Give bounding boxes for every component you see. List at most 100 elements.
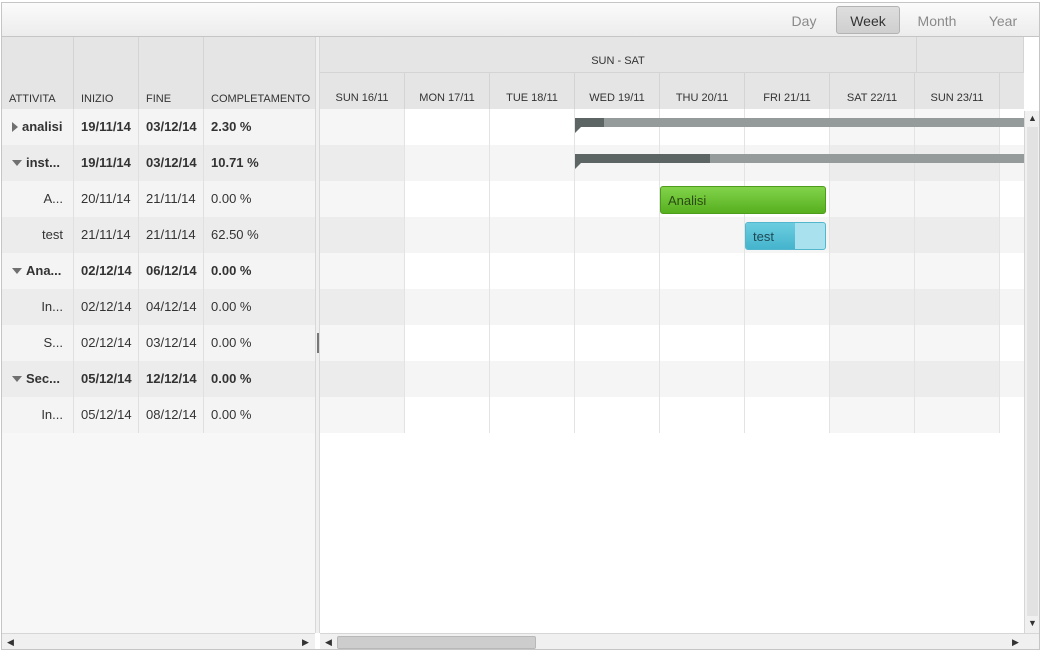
column-header-attivita[interactable]: ATTIVITA [2, 37, 74, 109]
scroll-down-button[interactable]: ▼ [1025, 616, 1039, 631]
task-name-cell[interactable]: A... [2, 181, 74, 217]
timeline-scroll-thumb[interactable] [337, 636, 536, 649]
day-column [490, 109, 575, 433]
task-start-cell[interactable]: 05/12/14 [74, 361, 139, 397]
task-name-cell[interactable]: Ana... [2, 253, 74, 289]
day-column [405, 109, 490, 433]
task-name-cell[interactable]: analisi [2, 109, 74, 145]
scroll-up-button[interactable]: ▲ [1025, 111, 1039, 126]
task-end-cell[interactable]: 21/11/14 [139, 217, 204, 253]
task-name-cell[interactable]: In... [2, 397, 74, 433]
task-bar[interactable]: test [745, 222, 826, 250]
summary-bar[interactable] [575, 118, 1024, 133]
grid-row[interactable]: analisi 19/11/14 03/12/14 2.30 % [2, 109, 315, 145]
summary-progress [575, 154, 710, 163]
task-name: analisi [22, 119, 63, 134]
task-end-cell[interactable]: 03/12/14 [139, 325, 204, 361]
grid-row[interactable]: In... 05/12/14 08/12/14 0.00 % [2, 397, 315, 433]
task-name: test [42, 227, 63, 242]
task-completion-cell[interactable]: 62.50 % [204, 217, 315, 253]
grid-horizontal-scrollbar[interactable]: ◀ ▶ [2, 633, 315, 649]
task-name: A... [43, 191, 63, 206]
grid-row[interactable]: In... 02/12/14 04/12/14 0.00 % [2, 289, 315, 325]
timeline-scroll-right-button[interactable]: ▶ [1008, 635, 1023, 649]
task-completion-cell[interactable]: 0.00 % [204, 325, 315, 361]
task-end-cell[interactable]: 03/12/14 [139, 145, 204, 181]
column-header-label: FINE [146, 93, 172, 105]
task-start-cell[interactable]: 19/11/14 [74, 109, 139, 145]
grid-scroll-right-button[interactable]: ▶ [298, 635, 313, 649]
task-name-cell[interactable]: inst... [2, 145, 74, 181]
task-end-cell[interactable]: 21/11/14 [139, 181, 204, 217]
task-start-cell[interactable]: 02/12/14 [74, 325, 139, 361]
task-completion-cell[interactable]: 0.00 % [204, 289, 315, 325]
grid-row[interactable]: A... 20/11/14 21/11/14 0.00 % [2, 181, 315, 217]
day-column-header: FRI 21/11 [745, 73, 830, 109]
day-column-header: SUN 16/11 [320, 73, 405, 109]
task-start-cell[interactable]: 02/12/14 [74, 289, 139, 325]
task-completion-cell[interactable]: 0.00 % [204, 397, 315, 433]
task-completion-cell[interactable]: 10.71 % [204, 145, 315, 181]
grid-scroll-left-button[interactable]: ◀ [3, 635, 18, 649]
task-end-cell[interactable]: 12/12/14 [139, 361, 204, 397]
next-week-header [917, 37, 1024, 73]
column-header-inizio[interactable]: INIZIO [74, 37, 139, 109]
timeline-scroll-left-button[interactable]: ◀ [321, 635, 336, 649]
grid-row[interactable]: S... 02/12/14 03/12/14 0.00 % [2, 325, 315, 361]
day-column-header: MON 17/11 [405, 73, 490, 109]
vertical-scrollbar[interactable]: ▲ ▼ [1024, 111, 1039, 633]
task-name-cell[interactable]: Sec... [2, 361, 74, 397]
view-year-button[interactable]: Year [978, 6, 1028, 34]
week-range-label: SUN - SAT [320, 37, 917, 73]
grid-row[interactable]: test 21/11/14 21/11/14 62.50 % [2, 217, 315, 253]
grid-row[interactable]: inst... 19/11/14 03/12/14 10.71 % [2, 145, 315, 181]
day-column-header: SUN 23/11 [915, 73, 1000, 109]
splitter-grip[interactable] [317, 333, 319, 353]
day-column-header: THU 20/11 [660, 73, 745, 109]
day-column-header: M [1000, 73, 1024, 109]
task-name-cell[interactable]: S... [2, 325, 74, 361]
timeline-horizontal-scrollbar[interactable]: ◀ ▶ [320, 633, 1039, 649]
task-name: Sec... [26, 371, 60, 386]
collapse-arrow-icon[interactable] [12, 267, 22, 274]
day-column-header: TUE 18/11 [490, 73, 575, 109]
summary-bar[interactable] [575, 154, 1024, 169]
task-completion-cell[interactable]: 2.30 % [204, 109, 315, 145]
grid-empty-area [2, 433, 315, 633]
task-start-cell[interactable]: 02/12/14 [74, 253, 139, 289]
task-start-cell[interactable]: 19/11/14 [74, 145, 139, 181]
timeline-body: Analisi test [320, 109, 1024, 433]
view-week-button[interactable]: Week [836, 6, 900, 34]
task-start-cell[interactable]: 21/11/14 [74, 217, 139, 253]
expand-arrow-icon[interactable] [12, 121, 18, 132]
task-completion-cell[interactable]: 0.00 % [204, 181, 315, 217]
task-completion-cell[interactable]: 0.00 % [204, 253, 315, 289]
grid-row[interactable]: Ana... 02/12/14 06/12/14 0.00 % [2, 253, 315, 289]
grid-row[interactable]: Sec... 05/12/14 12/12/14 0.00 % [2, 361, 315, 397]
collapse-arrow-icon[interactable] [12, 159, 22, 166]
task-name-cell[interactable]: In... [2, 289, 74, 325]
grid-header: ATTIVITA INIZIO FINE COMPLETAMENTO [2, 37, 315, 109]
column-header-completamento[interactable]: COMPLETAMENTO [204, 37, 315, 109]
view-day-button[interactable]: Day [780, 6, 828, 34]
task-start-cell[interactable]: 20/11/14 [74, 181, 139, 217]
task-completion-cell[interactable]: 0.00 % [204, 361, 315, 397]
timeline-day-header: SUN 16/11 MON 17/11 TUE 18/11 WED 19/11 THU … [320, 73, 1024, 109]
task-end-cell[interactable]: 08/12/14 [139, 397, 204, 433]
timeline-panel: SUN - SAT SUN 16/11 MON 17/11 TUE 18/11 WED… [320, 37, 1024, 633]
task-end-cell[interactable]: 06/12/14 [139, 253, 204, 289]
column-header-fine[interactable]: FINE [139, 37, 204, 109]
view-toolbar: Day Week Month Year [2, 3, 1039, 37]
vertical-scroll-thumb[interactable] [1027, 127, 1038, 617]
timeline-week-header: SUN - SAT [320, 37, 1024, 73]
collapse-arrow-icon[interactable] [12, 375, 22, 382]
day-column [320, 109, 405, 433]
view-month-button[interactable]: Month [905, 6, 969, 34]
column-header-label: INIZIO [81, 93, 114, 105]
task-name: inst... [26, 155, 60, 170]
task-bar[interactable]: Analisi [660, 186, 826, 214]
task-name-cell[interactable]: test [2, 217, 74, 253]
task-end-cell[interactable]: 04/12/14 [139, 289, 204, 325]
task-end-cell[interactable]: 03/12/14 [139, 109, 204, 145]
task-start-cell[interactable]: 05/12/14 [74, 397, 139, 433]
